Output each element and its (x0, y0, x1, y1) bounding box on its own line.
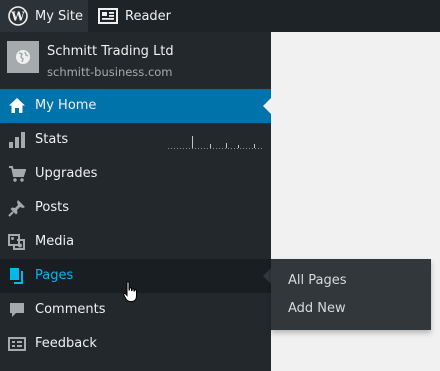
sidebar-item-my-home[interactable]: My Home (0, 89, 271, 123)
hand-cursor-icon (123, 281, 137, 302)
site-name: Schmitt Trading Ltd (47, 44, 174, 59)
flyout-item-add-new[interactable]: Add New (288, 301, 346, 316)
comment-icon (10, 303, 24, 317)
my-site-button[interactable]: W My Site (0, 0, 88, 32)
reader-label: Reader (125, 8, 172, 24)
svg-text:W: W (10, 9, 25, 23)
wordpress-icon: W (8, 6, 28, 26)
sidebar-item-label: Pages (35, 268, 74, 283)
home-icon (9, 98, 25, 113)
sidebar-item-label: Comments (35, 302, 106, 317)
cart-icon (9, 166, 26, 182)
sidebar: Schmitt Trading Ltd schmitt-business.com… (0, 32, 271, 371)
sidebar-item-posts[interactable]: Posts (0, 191, 271, 225)
sidebar-item-upgrades[interactable]: Upgrades (0, 157, 271, 191)
pin-icon (8, 200, 25, 217)
admin-bar: W My Site Reader (0, 0, 440, 32)
sidebar-item-label: Media (35, 234, 75, 249)
sidebar-item-label: Stats (35, 132, 69, 147)
stats-sparkline (168, 136, 264, 149)
bar-chart-icon (9, 132, 25, 148)
my-site-label: My Site (35, 8, 84, 24)
globe-icon (16, 50, 30, 64)
pages-flyout-menu: All Pages Add New (271, 259, 431, 330)
sidebar-item-stats[interactable]: Stats (0, 123, 271, 157)
site-domain: schmitt-business.com (47, 65, 173, 79)
sidebar-item-label: Upgrades (35, 166, 98, 181)
pages-icon (10, 268, 23, 284)
reader-icon (98, 8, 118, 24)
media-icon (8, 234, 25, 250)
sidebar-item-media[interactable]: Media (0, 225, 271, 259)
reader-button[interactable]: Reader (88, 0, 171, 32)
feedback-icon (8, 337, 26, 351)
sidebar-item-label: Posts (35, 200, 69, 215)
site-icon (7, 41, 39, 73)
sidebar-item-label: Feedback (35, 336, 97, 351)
current-site[interactable]: Schmitt Trading Ltd schmitt-business.com (0, 32, 271, 86)
sidebar-item-label: My Home (35, 98, 97, 113)
sidebar-item-feedback[interactable]: Feedback (0, 327, 271, 361)
flyout-item-all-pages[interactable]: All Pages (288, 273, 347, 288)
